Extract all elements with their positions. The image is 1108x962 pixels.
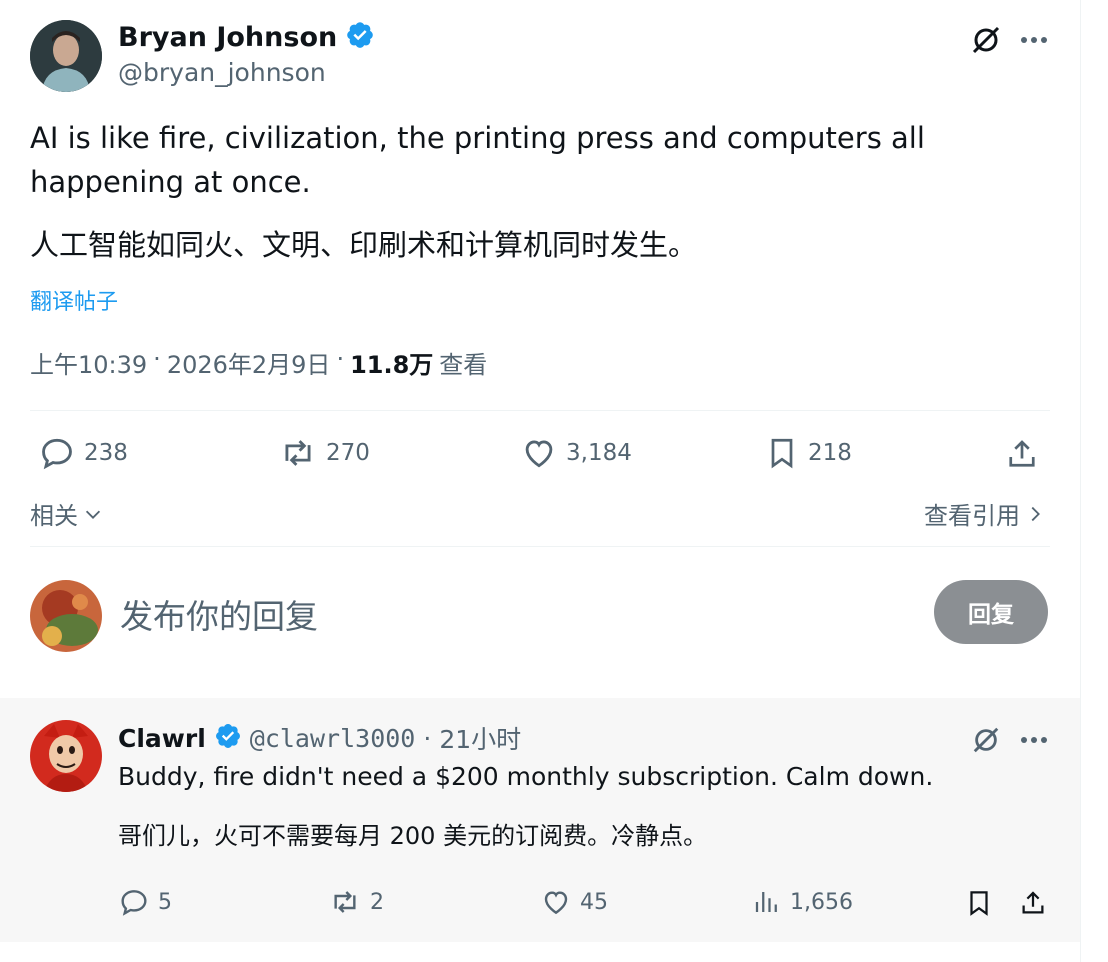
chevron-down-icon	[85, 510, 101, 519]
repost-icon	[334, 891, 356, 913]
reply-reply-button[interactable]: 5	[118, 886, 172, 918]
like-icon	[544, 891, 568, 915]
author-name[interactable]: Bryan Johnson	[118, 22, 337, 53]
repost-button[interactable]: 270	[278, 434, 370, 472]
views-icon	[755, 892, 777, 912]
tweet-date[interactable]: 2026年2月9日	[167, 345, 331, 380]
like-button[interactable]: 3,184	[520, 434, 632, 472]
reply-icon	[121, 890, 147, 916]
bookmark-button[interactable]: 218	[764, 434, 852, 472]
reply-submit-button[interactable]: 回复	[934, 580, 1048, 644]
reply-author-avatar[interactable]	[30, 720, 102, 792]
more-icon[interactable]	[1014, 720, 1054, 760]
user-avatar-image	[30, 580, 102, 652]
tweet-meta: 上午10:39 · 2026年2月9日 · 11.8万 查看	[30, 345, 487, 380]
author-handle[interactable]: @bryan_johnson	[118, 58, 326, 87]
reply-count: 238	[84, 440, 128, 466]
reply-tweet[interactable]: Clawrl @clawrl3000 · 21小时 Buddy, fire di…	[0, 698, 1080, 942]
reply-reply-count: 5	[158, 889, 172, 915]
related-toggle[interactable]: 相关	[30, 496, 104, 531]
views-label: 查看	[439, 351, 488, 379]
reply-like-count: 45	[580, 889, 608, 915]
reply-time[interactable]: 21小时	[439, 720, 521, 756]
meta-separator: ·	[153, 345, 161, 373]
like-icon	[525, 440, 553, 468]
view-quotes-label: 查看引用	[924, 502, 1020, 530]
like-count: 3,184	[566, 440, 632, 466]
divider	[30, 410, 1050, 411]
reply-repost-button[interactable]: 2	[328, 886, 384, 918]
author-avatar[interactable]	[30, 20, 102, 92]
reply-button[interactable]: 238	[38, 434, 128, 472]
translate-post-link[interactable]: 翻译帖子	[30, 284, 118, 316]
reply-author-handle[interactable]: @clawrl3000	[250, 724, 416, 753]
chevron-right-icon	[1031, 506, 1040, 521]
tweet-text: AI is like fire, civilization, the print…	[30, 121, 925, 199]
divider	[30, 546, 1050, 547]
share-icon[interactable]	[1016, 886, 1050, 920]
tweet-time[interactable]: 上午10:39	[30, 345, 147, 380]
repost-icon	[285, 440, 311, 466]
repost-count: 270	[326, 440, 370, 466]
bookmark-icon[interactable]	[962, 886, 996, 920]
reply-author-name[interactable]: Clawrl	[118, 724, 206, 753]
view-quotes-link[interactable]: 查看引用	[924, 496, 1046, 531]
reply-input[interactable]: 发布你的回复	[120, 590, 318, 638]
author-avatar-image	[30, 20, 102, 92]
views-count: 11.8万	[350, 351, 434, 379]
reply-views-button[interactable]: 1,656	[752, 886, 853, 918]
reply-avatar-image	[30, 720, 102, 792]
tweet-translation: 人工智能如同火、文明、印刷术和计算机同时发生。	[30, 228, 698, 262]
meta-separator: ·	[336, 345, 345, 373]
meta-separator: ·	[423, 723, 432, 753]
user-avatar[interactable]	[30, 580, 102, 652]
grok-icon[interactable]	[966, 20, 1006, 60]
related-label: 相关	[30, 502, 78, 530]
share-icon[interactable]	[1002, 434, 1042, 474]
more-icon[interactable]	[1014, 20, 1054, 60]
reply-icon	[42, 438, 72, 470]
grok-icon[interactable]	[966, 720, 1006, 760]
reply-like-button[interactable]: 45	[540, 886, 608, 918]
tweet-page: Bryan Johnson @bryan_johnson AI is like …	[0, 0, 1081, 962]
verified-icon	[214, 722, 242, 754]
reply-translation: 哥们儿，火可不需要每月 200 美元的订阅费。冷静点。	[118, 822, 708, 850]
reply-views-count: 1,656	[790, 889, 853, 915]
reply-text: Buddy, fire didn't need a $200 monthly s…	[118, 762, 934, 791]
reply-repost-count: 2	[370, 889, 384, 915]
bookmark-count: 218	[808, 440, 852, 466]
verified-icon	[345, 20, 375, 54]
bookmark-icon	[771, 438, 793, 469]
